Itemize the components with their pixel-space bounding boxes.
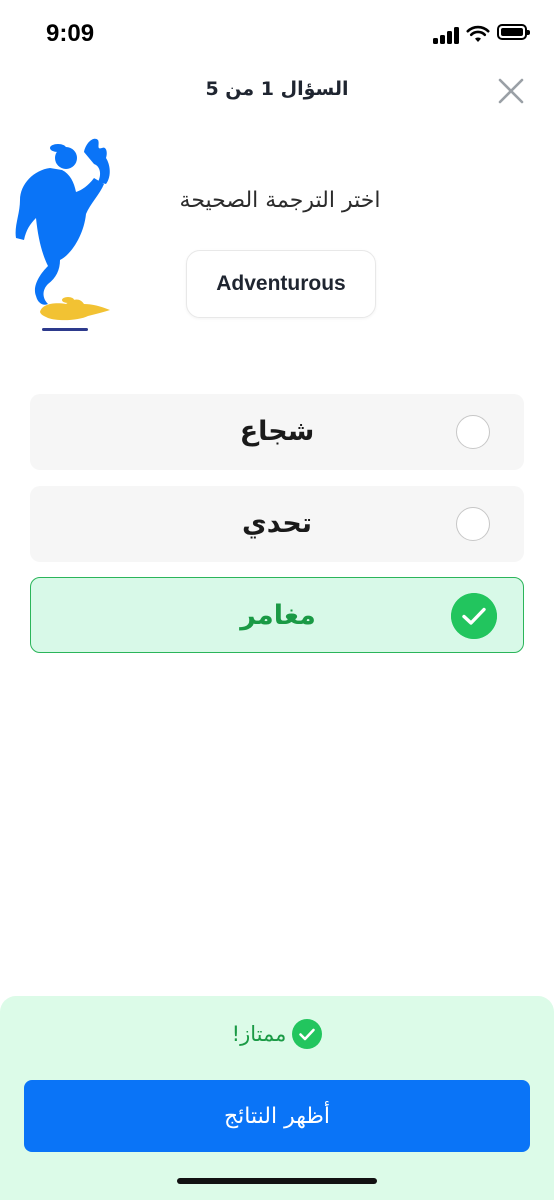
feedback-sheet: ممتاز! أظهر النتائج [0,996,554,1200]
check-circle-icon [451,593,497,639]
status-time: 9:09 [46,20,95,47]
battery-icon [497,24,530,40]
home-indicator [177,1178,377,1184]
answer-option-2[interactable]: تحدي [30,486,524,562]
wifi-icon [466,25,490,42]
show-results-button[interactable]: أظهر النتائج [24,1080,530,1152]
option-label: تحدي [242,508,312,539]
answer-option-1[interactable]: شجاع [30,394,524,470]
question-prompt: اختر الترجمة الصحيحة [179,188,381,213]
feedback-text: ممتاز! [231,1022,287,1046]
option-label: شجاع [239,416,315,447]
quiz-screen: 9:09 السؤال 1 من 5 اختر الترجمة الصحيحة … [0,0,554,1200]
status-bar: 9:09 [0,0,554,70]
question-counter: السؤال 1 من 5 [205,78,349,100]
check-circle-icon [292,1019,323,1049]
answer-option-3[interactable]: مغامر [30,577,524,653]
genie-illustration [15,138,110,331]
radio-unchecked-icon [456,507,490,541]
close-icon[interactable] [496,76,526,106]
word-text: Adventurous [216,272,346,295]
radio-unchecked-icon [456,415,490,449]
word-card: Adventurous [186,250,376,318]
feedback-message: ممتاز! [0,1014,554,1054]
cellular-signal-icon [433,26,461,44]
